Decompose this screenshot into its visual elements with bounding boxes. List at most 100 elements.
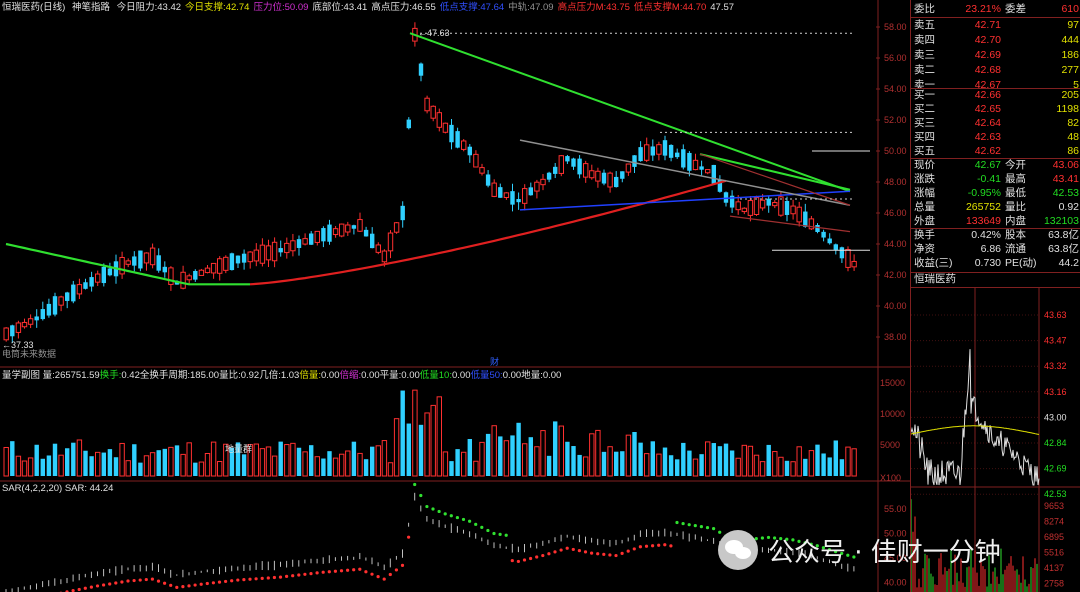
stock-name[interactable]: 恒瑞医药(日线) [2, 2, 65, 13]
price-tick-label: 56.00 [884, 53, 907, 63]
sar-title[interactable]: SAR(4,2,2,20) [2, 483, 62, 494]
header-item: 今日支撑: [185, 2, 226, 13]
price-tick-label: 38.00 [884, 332, 907, 342]
volume-bar [40, 458, 45, 476]
header-value: 46.55 [411, 2, 436, 13]
sar-dot [693, 524, 697, 528]
candle-body [455, 131, 460, 148]
volume-bar [52, 443, 58, 476]
volume-bar [345, 450, 351, 477]
stat2-value: 6.86 [980, 243, 1001, 255]
volume-bar [119, 442, 125, 477]
volume-bar [540, 430, 546, 477]
volume-bar [162, 448, 167, 476]
candles-group [3, 22, 857, 344]
volume-panel-title[interactable]: 量学副图 [2, 370, 40, 381]
candle-body [296, 239, 302, 248]
volume-bar [692, 458, 699, 477]
candle-body [21, 321, 28, 328]
ask-label: 卖四 [914, 34, 935, 46]
sar-dot [89, 585, 93, 589]
volume-bar [113, 457, 119, 476]
candle-body [83, 282, 88, 289]
price-tick-label: 58.00 [884, 22, 907, 32]
main-indicator-header: 恒瑞医药(日线) 神笔指路 今日阻力:43.42 今日支撑:42.74 压力位:50… [2, 2, 742, 14]
sar-dot [712, 527, 716, 531]
quote-row: 卖四 42.70 444 [911, 34, 1080, 47]
volume-bar [723, 443, 729, 476]
volume-item-label: 倍缩: [339, 370, 362, 381]
candle-body [821, 231, 826, 238]
candle-body [753, 197, 760, 215]
sar-dot [651, 544, 655, 548]
sar-dot [492, 531, 496, 536]
stat-value: 43.41 [1052, 173, 1079, 185]
volume-item-value: 185.00 [190, 370, 220, 381]
volume-bar [125, 460, 131, 477]
volume-item-value: 265751.59 [54, 370, 100, 381]
main-chart-area[interactable]: 58.00 56.00 54.00 52.00 50.00 48.00 46.00 44.00… [0, 0, 910, 592]
candle-body [321, 228, 326, 242]
sar-dot [474, 522, 478, 526]
sar-dot [224, 579, 228, 584]
volume-item-value: 0.00 [361, 370, 380, 381]
quote-row: 现价 42.67 今开 43.06 [911, 159, 1080, 172]
sar-dot [254, 577, 258, 581]
sar-dot [614, 553, 618, 558]
bid-price: 42.65 [974, 103, 1001, 115]
high-price-label: ←47.63 [418, 28, 450, 38]
candle-body [827, 238, 832, 244]
volume-bar [180, 453, 186, 477]
sar-dot [230, 579, 234, 583]
header-value: 43.42 [157, 2, 182, 13]
stat-label: 总量 [914, 201, 935, 213]
candle-body [759, 199, 766, 209]
sar-dot [205, 581, 209, 586]
volume-item-label: 低量10: [419, 370, 452, 381]
candle-body [650, 146, 655, 156]
volume-item-label: 平量: [379, 370, 402, 381]
sar-dot [522, 558, 527, 562]
volume-bar [132, 444, 137, 476]
sar-dot [468, 519, 472, 523]
sar-dot [169, 583, 173, 587]
sar-dot [327, 570, 331, 574]
volume-bar [796, 446, 802, 477]
volume-bar [351, 441, 357, 476]
quote-row: 涨幅 -0.95% 最低 42.53 [911, 187, 1080, 200]
volume-bar [790, 461, 796, 477]
sar-dot [669, 544, 673, 548]
volume-bar [89, 456, 94, 476]
sar-dot [443, 512, 447, 516]
candle-body [58, 296, 64, 306]
bid-volume: 205 [1061, 89, 1079, 101]
indicator-name[interactable]: 神笔指路 [72, 2, 110, 13]
sar-dot [95, 584, 100, 588]
candle-body [95, 273, 101, 283]
header-item: 压力位: [253, 2, 285, 13]
stat-label: 量比 [1005, 201, 1026, 213]
header-item: 低点支撑: [439, 2, 481, 13]
stat2-label: 换手 [914, 229, 935, 241]
candle-body [479, 167, 485, 174]
kline-chart[interactable]: 58.00 56.00 54.00 52.00 50.00 48.00 46.00 44.00… [0, 0, 910, 592]
sar-dot [535, 555, 539, 559]
sar-dot [425, 504, 429, 509]
header-value: 42.74 [225, 2, 250, 13]
ask-label: 卖二 [914, 64, 935, 76]
stat-value: -0.41 [977, 173, 1001, 185]
sar-dot [590, 551, 594, 555]
stat-value: 42.53 [1052, 187, 1079, 199]
volume-bar [107, 449, 113, 476]
bid-volume: 82 [1067, 117, 1079, 129]
sar-dot [565, 546, 569, 550]
volume-bar [729, 450, 735, 476]
sar-value: 44.24 [89, 483, 114, 494]
volume-bar [138, 462, 143, 476]
sar-dot [705, 526, 710, 530]
volume-bar [156, 450, 161, 476]
candle-body [132, 256, 137, 266]
volume-bar [644, 453, 650, 477]
volume-bar [681, 442, 686, 476]
stat-value: 43.06 [1052, 159, 1079, 171]
